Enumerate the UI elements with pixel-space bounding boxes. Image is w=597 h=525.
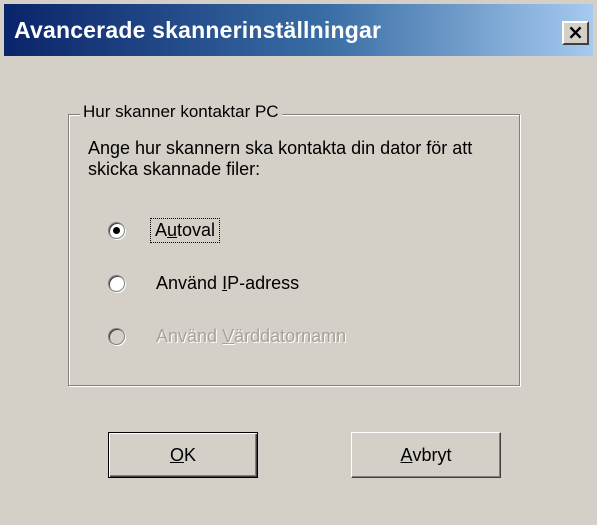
radio-autoval-label[interactable]: Autoval [149, 217, 221, 243]
group-legend: Hur skanner kontaktar PC [80, 102, 282, 122]
ok-button[interactable]: OK [108, 432, 258, 478]
close-icon: × [567, 20, 584, 44]
radio-hostname: Använd Värddatornamn [108, 323, 346, 349]
radio-ip-address-indicator[interactable] [108, 274, 125, 292]
title-bar[interactable]: Avancerade skannerinställningar × [4, 4, 593, 56]
close-button[interactable]: × [562, 21, 589, 45]
cancel-button[interactable]: Avbryt [351, 432, 501, 478]
dialog-window: Avancerade skannerinställningar × Hur sk… [0, 0, 597, 525]
radio-autoval[interactable]: Autoval [108, 217, 221, 243]
group-description: Ange hur skannern ska kontakta din dator… [88, 138, 473, 179]
radio-hostname-indicator [108, 327, 125, 345]
radio-hostname-label: Använd Värddatornamn [156, 325, 347, 346]
dialog-title: Avancerade skannerinställningar [14, 17, 382, 43]
radio-ip-address-label[interactable]: Använd IP-adress [156, 273, 299, 294]
radio-ip-address[interactable]: Använd IP-adress [108, 270, 299, 296]
radio-autoval-indicator[interactable] [108, 221, 125, 239]
